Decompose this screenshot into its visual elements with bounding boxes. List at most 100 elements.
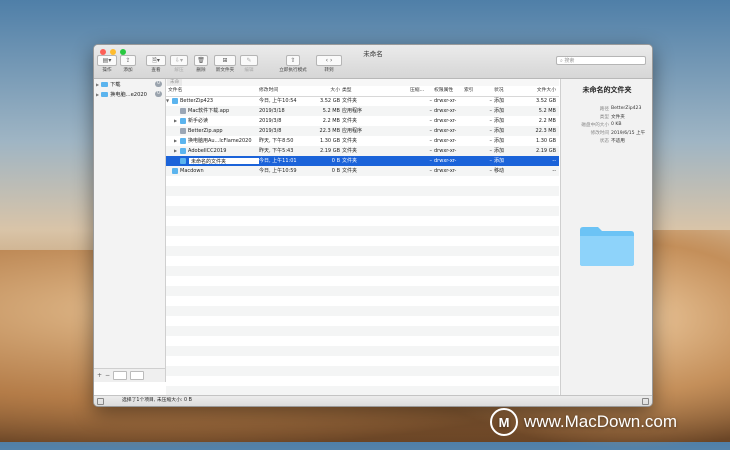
toolbar-view-label: 查看 [151,68,161,73]
empty-row-stripe [166,206,559,216]
dash-marker: – [429,98,433,104]
column-kind[interactable]: 类型 [342,86,402,96]
sidebar-item-label: 下载 [110,82,121,88]
dash-marker: – [489,98,493,104]
file-size-cell: 0 B [331,158,340,164]
status-cell: 添加 [494,128,505,134]
empty-row-stripe [166,266,559,276]
toolbar-edit-label: 编辑 [244,68,254,73]
table-row[interactable]: BetterZip.app 2019/3/8 22.3 MB 应用程序 – drwxr-x… [166,126,559,136]
toolbar-delete-button[interactable]: 🗑 删除 [194,55,208,73]
toolbar-instant-mode-label: 立即执行模式 [279,68,307,73]
file-size-total-cell: -- [552,158,556,164]
add-bookmark-button[interactable]: + [97,372,102,379]
table-row[interactable]: ▶ AdobeIlCC2019 昨天, 下午5:43 2.19 GB 文件夹 – drwxr… [166,146,559,156]
sidebar-item-folder[interactable]: ▶ 换电脑...e2020 0 [96,90,164,99]
disclosure-icon[interactable]: ▶ [96,82,99,87]
file-size-total-cell: 22.3 MB [535,128,556,134]
status-cell: 添加 [494,148,505,154]
app-icon [180,108,186,114]
sidebar-item-downloads[interactable]: ▶ 下载 0 [96,80,164,89]
toggle-sidebar-icon[interactable] [97,398,104,405]
inspector-key: 路径 [599,107,609,112]
toolbar-add-button[interactable]: ⇪ 添加 [120,55,136,73]
search-input[interactable]: ⌕ 搜索 [556,56,646,65]
sidebar-filter-icon[interactable] [113,371,128,380]
toolbar-action-button[interactable]: ▤▾ 操作 [97,55,117,73]
dash-marker: – [429,158,433,164]
column-status[interactable]: 状况 [494,86,512,96]
file-name: Mac软件下载.app [188,108,230,114]
inspector-key: 状态 [599,139,609,144]
toolbar-action-label: 操作 [102,68,112,73]
table-row[interactable]: ▼ BetterZip423 今日, 上午10:54 3.52 GB 文件夹 – drwxr… [166,96,559,106]
status-cell: 添加 [494,98,505,104]
empty-row-stripe [166,226,559,236]
large-folder-icon [580,227,634,266]
file-size-cell: 1.30 GB [319,138,340,144]
folder-icon [101,82,109,87]
disclosure-icon[interactable]: ▶ [96,92,99,97]
inspector-key: 类型 [599,115,609,120]
table-row[interactable]: ▶ 换电脑用Au...lcFlame2020 昨天, 下午8:50 1.30 GB 文件… [166,136,559,146]
disclosure-icon[interactable]: ▶ [174,136,177,146]
permissions-cell: drwxr-xr- [434,148,457,154]
inspector-value: 0 KB [611,122,622,127]
toolbar-instant-mode-button[interactable]: ⇧ 立即执行模式 [279,55,307,73]
rename-field[interactable]: 未命名的文件夹 [188,157,260,165]
column-index[interactable]: 索引 [464,86,482,96]
disclosure-icon[interactable]: ▶ [174,116,177,126]
folder-icon [180,118,186,124]
toolbar-extract-label: 解压 [174,68,184,73]
toolbar-extract-button[interactable]: ⇩▾ 解压 [170,55,188,73]
sidebar-item-label: 换电脑...e2020 [110,92,147,98]
disclosure-icon[interactable]: ▶ [174,146,177,156]
modified-date: 2019/3/8 [259,118,282,124]
folder-icon [172,168,178,174]
trash-icon: 🗑 [194,55,208,66]
table-row[interactable]: Mac软件下载.app 2019/3/18 5.2 MB 应用程序 – drwxr-xr-… [166,106,559,116]
app-icon [180,128,186,134]
column-compressed[interactable]: 压缩... [410,86,430,96]
status-cell: 添加 [494,138,505,144]
column-permissions[interactable]: 权限属性 [434,86,460,96]
extract-icon: ⇩▾ [170,55,188,66]
path-tab[interactable]: 未命 [167,79,183,86]
dash-marker: – [429,168,433,174]
view-icon: 🗎▾ [146,55,166,66]
column-name[interactable]: 文件名 [168,86,258,96]
file-size-cell: 3.52 GB [319,98,340,104]
inspector-value: 文件夹 [611,115,625,120]
toolbar-view-button[interactable]: 🗎▾ 查看 [146,55,166,73]
inspector-field: 修改时间 2019/6/15 上午 [561,130,652,137]
modified-date: 2019/3/18 [259,108,285,114]
permissions-cell: drwxr-xr- [434,98,457,104]
remove-bookmark-button[interactable]: − [105,372,110,379]
betterzip-window: 未命名 ▤▾ 操作 ⇪ 添加 🗎▾ 查看 ⇩▾ 解压 🗑 删除 ⊞ 新文件夹 ✎… [93,44,653,407]
toolbar-goto-button[interactable]: ‹ › 转到 [316,55,342,73]
modified-date: 2019/3/8 [259,128,282,134]
folder-icon [180,138,186,144]
column-size[interactable]: 大小 [318,86,340,96]
empty-row-stripe [166,186,559,196]
permissions-cell: drwxr-xr- [434,118,457,124]
column-modified[interactable]: 修改时间 [259,86,317,96]
empty-row-stripe [166,286,559,296]
disclosure-icon[interactable]: ▼ [166,96,169,106]
dash-marker: – [489,138,493,144]
table-row[interactable]: 未命名的文件夹 今日, 上午11:01 0 B 文件夹 – drwxr-xr- – 添加 -- [166,156,559,166]
table-row[interactable]: Macdown 今日, 上午10:59 0 B 文件夹 – drwxr-xr- – 移动 -- [166,166,559,176]
folder-icon [180,158,186,164]
empty-row-stripe [166,326,559,336]
column-file-size[interactable]: 文件大小 [526,86,556,96]
toolbar-new-folder-button[interactable]: ⊞ 新文件夹 [214,55,236,73]
sidebar: ▶ 下载 0 ▶ 换电脑...e2020 0 + − [94,79,166,382]
file-size-cell: 2.19 GB [319,148,340,154]
dash-marker: – [489,128,493,134]
toolbar-delete-label: 删除 [196,68,206,73]
dash-marker: – [489,108,493,114]
toolbar-edit-button[interactable]: ✎ 编辑 [240,55,258,73]
table-row[interactable]: ▶ 新手必读 2019/3/8 2.2 MB 文件夹 – drwxr-xr- – 添加 2.2 M… [166,116,559,126]
sidebar-option-icon[interactable] [130,371,145,380]
kind-cell: 文件夹 [342,98,358,104]
